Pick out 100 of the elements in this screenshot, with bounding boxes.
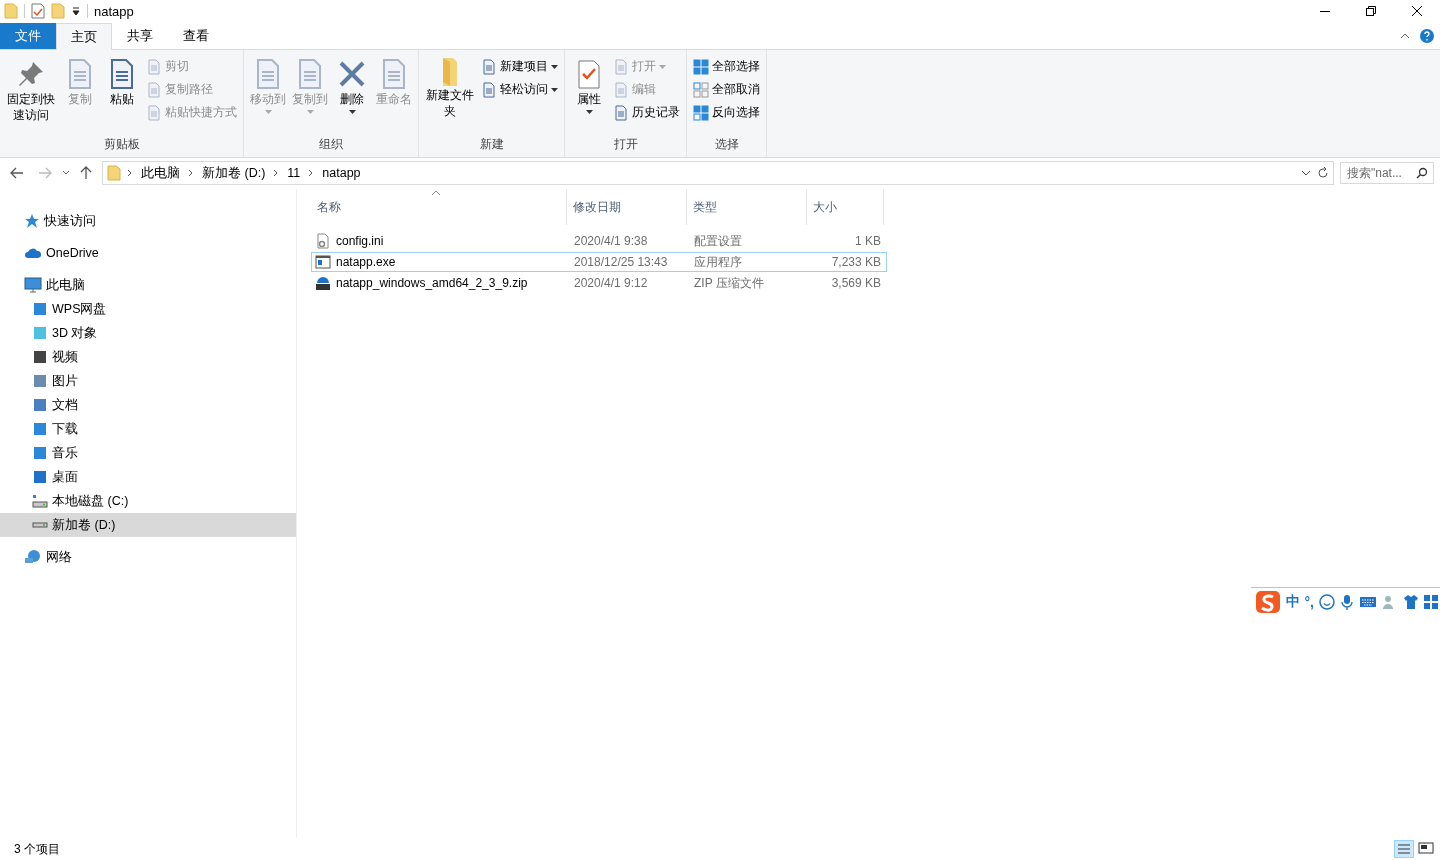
chevron-icon[interactable] bbox=[188, 169, 194, 177]
dropdown-icon[interactable] bbox=[71, 6, 81, 16]
globe-icon bbox=[24, 549, 42, 565]
document-icon bbox=[613, 104, 629, 121]
ribbon-button[interactable]: 新建项目 bbox=[479, 56, 560, 77]
refresh-icon[interactable] bbox=[1317, 166, 1329, 180]
star-icon bbox=[24, 213, 40, 229]
table-cell-text: 配置设置 bbox=[693, 232, 743, 250]
window-title: natapp bbox=[94, 3, 134, 19]
document-icon bbox=[613, 58, 629, 75]
table-cell-text: 2020/4/1 9:12 bbox=[573, 276, 649, 290]
nav-item[interactable]: WPS网盘 bbox=[0, 297, 296, 321]
file-row[interactable]: natapp_windows_amd64_2_3_9.zip 2020/4/1 9:12 ZIP 压缩文件 3,569 KB bbox=[311, 273, 887, 293]
application-icon bbox=[315, 254, 331, 270]
shirt-icon[interactable] bbox=[1403, 594, 1419, 610]
ribbon-button[interactable]: 全部选择 bbox=[691, 56, 762, 77]
nav-item[interactable]: 桌面 bbox=[0, 465, 296, 489]
ribbon-button[interactable]: 轻松访问 bbox=[479, 79, 560, 100]
help-icon[interactable] bbox=[1420, 29, 1434, 43]
ribbon-button[interactable]: 反向选择 bbox=[691, 102, 762, 123]
nav-item[interactable]: 本地磁盘 (C:) bbox=[0, 489, 296, 513]
zip-icon bbox=[315, 275, 331, 291]
ime-punctuation[interactable]: °, bbox=[1304, 594, 1314, 610]
ribbon-button[interactable]: 删除 bbox=[332, 54, 372, 136]
select-grid-icon bbox=[693, 58, 709, 75]
table-cell-text: 7,233 KB bbox=[830, 255, 882, 269]
table-cell-text: ZIP 压缩文件 bbox=[693, 274, 765, 292]
ribbon-button[interactable]: 粘贴 bbox=[102, 54, 142, 136]
ime-logo-icon[interactable] bbox=[1254, 590, 1281, 614]
ime-mode[interactable]: 中 bbox=[1285, 593, 1300, 611]
nav-item[interactable]: 新加卷 (D:) bbox=[0, 513, 296, 537]
document-icon bbox=[146, 81, 162, 98]
file-row[interactable]: natapp.exe 2018/12/25 13:43 应用程序 7,233 KB bbox=[311, 252, 887, 272]
search-icon bbox=[1416, 167, 1428, 179]
close-icon bbox=[1411, 5, 1423, 17]
ribbon-tab[interactable]: 查看 bbox=[168, 23, 224, 49]
group-label: 剪贴板 bbox=[102, 136, 141, 153]
keyboard-icon[interactable] bbox=[1359, 595, 1377, 609]
column-header[interactable]: 大小 bbox=[807, 189, 884, 225]
drive-icon bbox=[32, 522, 48, 528]
column-header[interactable]: 修改日期 bbox=[567, 189, 687, 225]
file-name: config.ini bbox=[336, 234, 384, 248]
nav-item[interactable]: 网络 bbox=[0, 545, 296, 569]
smiley-icon[interactable] bbox=[1319, 594, 1335, 610]
document-icon bbox=[146, 104, 162, 121]
select-grid-icon bbox=[693, 104, 709, 121]
breadcrumb[interactable]: 11 bbox=[285, 166, 303, 180]
minimize-icon bbox=[1320, 10, 1330, 12]
nav-item[interactable]: 3D 对象 bbox=[0, 321, 296, 345]
ribbon-tab[interactable]: 共享 bbox=[112, 23, 168, 49]
column-header[interactable]: 名称 bbox=[311, 189, 567, 225]
nav-item[interactable]: 此电脑 bbox=[0, 273, 296, 297]
item-count: 3 个项目 bbox=[14, 840, 60, 858]
monitor-icon bbox=[24, 277, 42, 293]
file-name: natapp.exe bbox=[336, 255, 396, 269]
breadcrumb[interactable]: 此电脑 bbox=[139, 164, 182, 182]
nav-item[interactable]: 下载 bbox=[0, 417, 296, 441]
table-cell-text: 1 KB bbox=[854, 234, 882, 248]
nav-item[interactable]: OneDrive bbox=[0, 241, 296, 265]
ribbon-button[interactable]: 新建文件夹 bbox=[423, 54, 477, 136]
chevron-icon[interactable] bbox=[273, 169, 280, 177]
document-icon bbox=[481, 81, 497, 98]
table-cell-text: 应用程序 bbox=[693, 253, 743, 271]
search-field[interactable]: 搜索"nat... bbox=[1340, 162, 1434, 184]
document-icon bbox=[481, 58, 497, 75]
properties-icon[interactable] bbox=[31, 3, 45, 19]
document-icon bbox=[146, 58, 162, 75]
nav-item[interactable]: 快速访问 bbox=[0, 209, 296, 233]
nav-item[interactable]: 图片 bbox=[0, 369, 296, 393]
dropdown-icon[interactable] bbox=[1301, 170, 1311, 176]
ribbon-button[interactable]: 固定到快速访问 bbox=[4, 54, 58, 136]
breadcrumb[interactable]: natapp bbox=[320, 166, 363, 180]
column-header[interactable]: 类型 bbox=[687, 189, 807, 225]
breadcrumb[interactable]: 新加卷 (D:) bbox=[200, 164, 268, 182]
table-cell-text: 3,569 KB bbox=[830, 276, 882, 290]
recent-dropdown-icon[interactable] bbox=[62, 170, 70, 176]
nav-item[interactable]: 音乐 bbox=[0, 441, 296, 465]
table-cell-text: 2020/4/1 9:38 bbox=[573, 234, 649, 248]
ribbon-button[interactable]: 全部取消 bbox=[691, 79, 762, 100]
collapse-icon[interactable] bbox=[1400, 32, 1410, 40]
ribbon-button[interactable]: 属性 bbox=[569, 54, 609, 136]
ribbon-button[interactable]: 历史记录 bbox=[611, 102, 682, 123]
ribbon-tab[interactable]: 主页 bbox=[56, 23, 112, 50]
select-grid-icon bbox=[693, 81, 709, 98]
table-cell-text: 2018/12/25 13:43 bbox=[573, 255, 669, 269]
chevron-icon[interactable] bbox=[127, 169, 133, 177]
ribbon-tab[interactable]: 文件 bbox=[0, 23, 56, 49]
microphone-icon[interactable] bbox=[1340, 594, 1354, 610]
nav-item[interactable]: 文档 bbox=[0, 393, 296, 417]
nav-item[interactable]: 视频 bbox=[0, 345, 296, 369]
document-icon bbox=[613, 81, 629, 98]
grid-icon[interactable] bbox=[1424, 595, 1438, 609]
large-icons-view-icon[interactable] bbox=[1418, 840, 1434, 856]
address-field[interactable]: 此电脑 新加卷 (D:) 11 natapp bbox=[102, 161, 1334, 185]
chevron-icon[interactable] bbox=[308, 169, 315, 177]
group-label: 新建 bbox=[478, 136, 505, 153]
file-row[interactable]: config.ini 2020/4/1 9:38 配置设置 1 KB bbox=[311, 231, 887, 251]
settings-file-icon bbox=[315, 233, 331, 249]
drive-icon bbox=[32, 493, 48, 509]
group-label: 组织 bbox=[318, 136, 344, 153]
